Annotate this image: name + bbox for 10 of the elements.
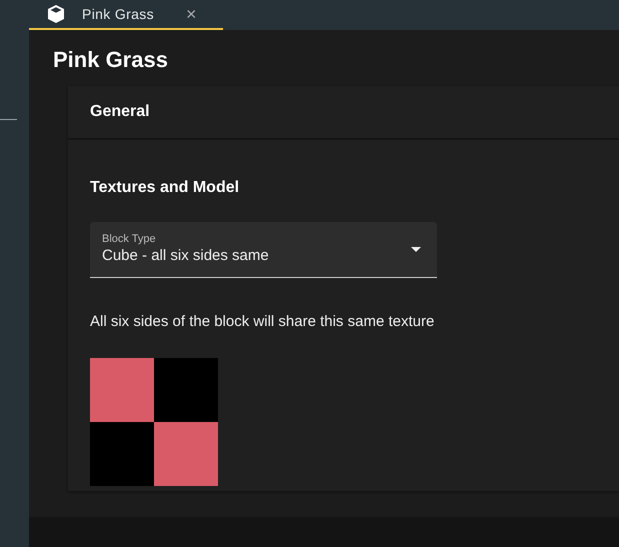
page-title: Pink Grass [53, 47, 169, 73]
section-heading: Textures and Model [90, 178, 240, 198]
description-text: All six sides of the block will share this same texture [90, 312, 436, 332]
close-button[interactable]: × [186, 0, 197, 28]
field-label: Block Type [102, 233, 157, 246]
section-heading[interactable]: General [90, 100, 150, 124]
block-type-select[interactable]: Block Type Cube - all six sides same [90, 222, 437, 278]
cube-icon [46, 4, 66, 24]
field-value: Cube - all six sides same [102, 246, 270, 266]
dropdown-caret-icon [411, 247, 421, 252]
